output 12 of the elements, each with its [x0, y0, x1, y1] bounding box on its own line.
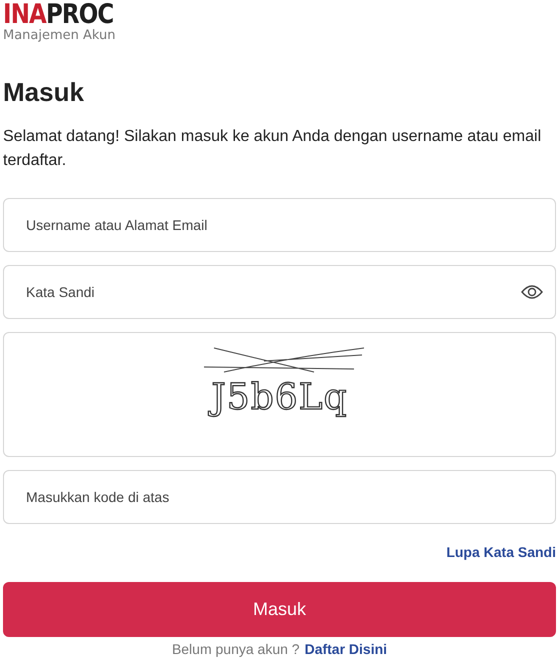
- logo-subtitle: Manajemen Akun: [3, 29, 116, 43]
- intro-text: Selamat datang! Silakan masuk ke akun Anda dengan username atau email terdaftar.: [3, 127, 542, 171]
- input-field[interactable]: Username atau Alamat Email: [3, 198, 556, 252]
- eye-icon[interactable]: [521, 284, 543, 300]
- password-field[interactable]: Kata Sandi: [3, 265, 556, 319]
- register-prompt: Belum punya akun ?: [172, 641, 300, 657]
- register-link[interactable]: Daftar Disini: [304, 641, 388, 657]
- logo: INAPROC: [3, 1, 114, 29]
- page-heading: Masuk: [3, 77, 84, 107]
- forgot-password-link[interactable]: Lupa Kata Sandi: [446, 544, 556, 560]
- login-button[interactable]: Masuk: [3, 582, 556, 637]
- input-field[interactable]: Masukkan kode di atas: [3, 470, 556, 524]
